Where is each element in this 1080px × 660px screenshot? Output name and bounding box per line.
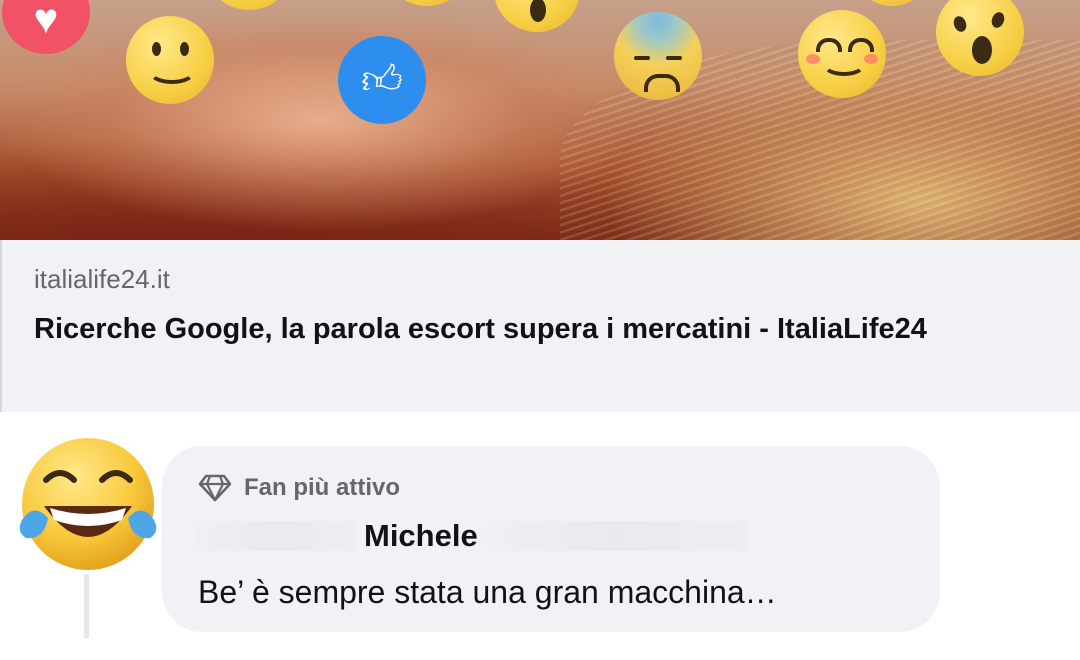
redacted-name-part	[196, 521, 356, 551]
link-domain: italialife24.it	[34, 264, 170, 294]
diamond-icon	[198, 474, 232, 502]
comment-bubble[interactable]: Fan più attivo Michele Be’ è sempre stat…	[162, 446, 940, 632]
emoji-partial-icon	[384, 0, 470, 6]
surprised-icon	[494, 0, 580, 32]
sad-icon	[614, 12, 702, 100]
heart-icon: ♥	[2, 0, 90, 54]
link-preview-image[interactable]: ♥ 👍︎	[0, 0, 1080, 240]
redacted-name-part	[485, 521, 748, 551]
link-title[interactable]: Ricerche Google, la parola escort supera…	[34, 304, 934, 354]
thread-line	[84, 574, 89, 638]
author-name[interactable]: Michele	[364, 518, 478, 554]
thumbs-up-icon: 👍︎	[338, 36, 426, 124]
emoji-partial-icon	[852, 0, 932, 6]
smile-icon	[126, 16, 214, 104]
top-fan-label: Fan più attivo	[244, 474, 400, 501]
comment-text: Be’ è sempre stata una gran macchina…	[198, 574, 777, 610]
top-fan-badge[interactable]: Fan più attivo	[198, 474, 400, 502]
laugh-tears-icon	[16, 436, 160, 574]
blush-icon	[798, 10, 886, 98]
emoji-partial-icon	[206, 0, 292, 10]
comment-author[interactable]: Michele	[196, 516, 776, 556]
link-preview-info[interactable]: italialife24.it Ricerche Google, la paro…	[0, 240, 1080, 412]
